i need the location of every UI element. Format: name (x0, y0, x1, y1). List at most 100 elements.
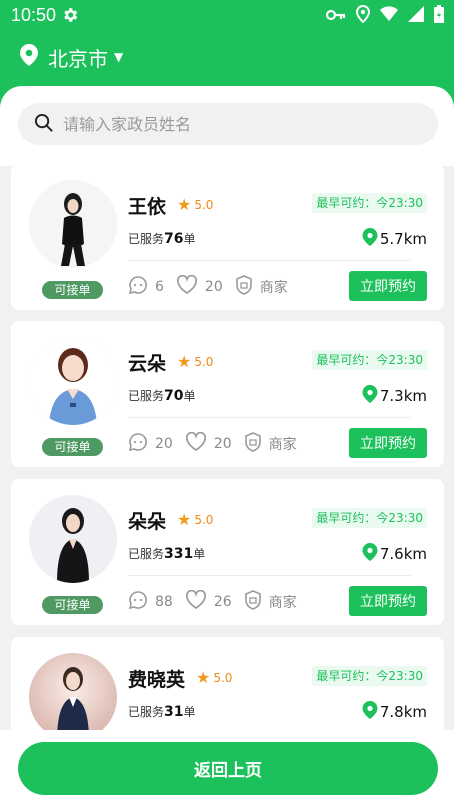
comment-icon (128, 432, 155, 456)
search-icon (34, 113, 53, 136)
merchant-tag: 商家 (244, 590, 297, 614)
likes-count: 20 (204, 279, 223, 295)
heart-icon (185, 431, 214, 456)
status-bar: 10:50 (0, 0, 454, 32)
availability-tag: 最早可约：今23:30 (312, 350, 427, 370)
comments-stat[interactable]: 6 (128, 275, 164, 299)
comments-stat[interactable]: 88 (128, 590, 173, 614)
footer: 返回上页 (0, 730, 454, 807)
back-button[interactable]: 返回上页 (18, 742, 438, 795)
merchant-label: 商家 (268, 437, 297, 453)
distance-value: 7.8km (379, 703, 427, 721)
distance: 7.6km (362, 543, 427, 565)
served-count: 已服务331单 (128, 545, 205, 562)
key-icon (325, 7, 346, 27)
merchant-label: 商家 (268, 595, 297, 611)
rating: ★ 5.0 (177, 195, 213, 214)
stats-row: 20 20 商家 (128, 431, 309, 456)
distance-value: 5.7km (379, 230, 427, 248)
served-prefix: 已服务 (128, 232, 165, 246)
divider (128, 575, 411, 576)
availability-tag: 最早可约：今23:30 (312, 193, 427, 213)
served-number: 331 (164, 546, 194, 562)
worker-name: 费晓英 (128, 669, 186, 691)
status-badge: 可接单 (42, 596, 103, 614)
avatar (29, 653, 117, 730)
worker-card[interactable]: 费晓英 ★ 5.0 最早可约：今23:30 已服务31单 7.8km (11, 637, 444, 730)
caret-down-icon: ▼ (114, 50, 124, 64)
rating: ★ 5.0 (196, 668, 232, 687)
rating: ★ 5.0 (177, 352, 213, 371)
star-icon: ★ (196, 668, 211, 687)
star-icon: ★ (177, 352, 192, 371)
stats-row: 88 26 商家 (128, 589, 309, 614)
served-number: 70 (164, 388, 184, 404)
book-now-button[interactable]: 立即预约 (349, 586, 427, 616)
served-number: 76 (164, 231, 184, 247)
distance-value: 7.6km (379, 545, 427, 563)
location-pin-icon (362, 228, 380, 250)
likes-count: 20 (213, 436, 232, 452)
worker-name: 王依 (128, 196, 167, 218)
divider (128, 417, 411, 418)
divider (128, 260, 411, 261)
avatar (29, 337, 117, 425)
rating-value: 5.0 (213, 670, 233, 685)
shield-icon (244, 432, 269, 456)
served-count: 已服务76单 (128, 230, 196, 247)
served-count: 已服务31单 (128, 703, 196, 720)
location-pin-icon (362, 543, 380, 565)
likes-stat[interactable]: 26 (185, 589, 232, 614)
merchant-tag: 商家 (235, 275, 288, 299)
merchant-label: 商家 (259, 280, 288, 296)
served-suffix: 单 (183, 389, 196, 403)
distance: 7.3km (362, 385, 427, 407)
avatar (29, 495, 117, 583)
city-name: 北京市 (48, 46, 108, 71)
book-now-button[interactable]: 立即预约 (349, 271, 427, 301)
comment-icon (128, 590, 155, 614)
avatar (29, 180, 117, 268)
availability-tag: 最早可约：今23:30 (312, 666, 427, 686)
worker-name: 云朵 (128, 353, 167, 375)
search-box[interactable] (18, 103, 438, 145)
city-selector[interactable]: 北京市 ▼ (18, 42, 123, 72)
worker-card[interactable]: 可接单 朵朵 ★ 5.0 最早可约：今23:30 已服务331单 7.6km 8… (11, 479, 444, 625)
likes-stat[interactable]: 20 (185, 431, 232, 456)
rating-value: 5.0 (194, 354, 214, 369)
comments-stat[interactable]: 20 (128, 432, 173, 456)
worker-card[interactable]: 可接单 王依 ★ 5.0 最早可约：今23:30 已服务76单 5.7km 6 … (11, 164, 444, 310)
search-panel (0, 86, 454, 166)
worker-name: 朵朵 (128, 511, 167, 533)
location-pin-icon (362, 701, 380, 723)
comments-count: 20 (155, 436, 173, 452)
rating-value: 5.0 (194, 197, 214, 212)
served-suffix: 单 (183, 232, 196, 246)
shield-icon (235, 275, 260, 299)
served-count: 已服务70单 (128, 387, 196, 404)
map-pin-icon (18, 43, 40, 71)
book-now-button[interactable]: 立即预约 (349, 428, 427, 458)
star-icon: ★ (177, 195, 192, 214)
search-input[interactable] (63, 114, 403, 134)
stats-row: 6 20 商家 (128, 274, 300, 299)
wifi-icon (380, 6, 398, 27)
location-status-icon (355, 4, 371, 28)
served-suffix: 单 (183, 705, 196, 719)
battery-icon (434, 5, 444, 28)
worker-list[interactable]: 可接单 王依 ★ 5.0 最早可约：今23:30 已服务76单 5.7km 6 … (0, 163, 454, 730)
likes-stat[interactable]: 20 (176, 274, 223, 299)
distance: 5.7km (362, 228, 427, 250)
distance-value: 7.3km (379, 387, 427, 405)
heart-icon (185, 589, 214, 614)
shield-icon (244, 590, 269, 614)
worker-card[interactable]: 可接单 云朵 ★ 5.0 最早可约：今23:30 已服务70单 7.3km 20… (11, 321, 444, 467)
served-prefix: 已服务 (128, 547, 165, 561)
status-badge: 可接单 (42, 281, 103, 299)
gear-icon (61, 6, 79, 29)
status-badge: 可接单 (42, 438, 103, 456)
rating: ★ 5.0 (177, 510, 213, 529)
star-icon: ★ (177, 510, 192, 529)
comments-count: 88 (155, 594, 173, 610)
served-prefix: 已服务 (128, 389, 165, 403)
